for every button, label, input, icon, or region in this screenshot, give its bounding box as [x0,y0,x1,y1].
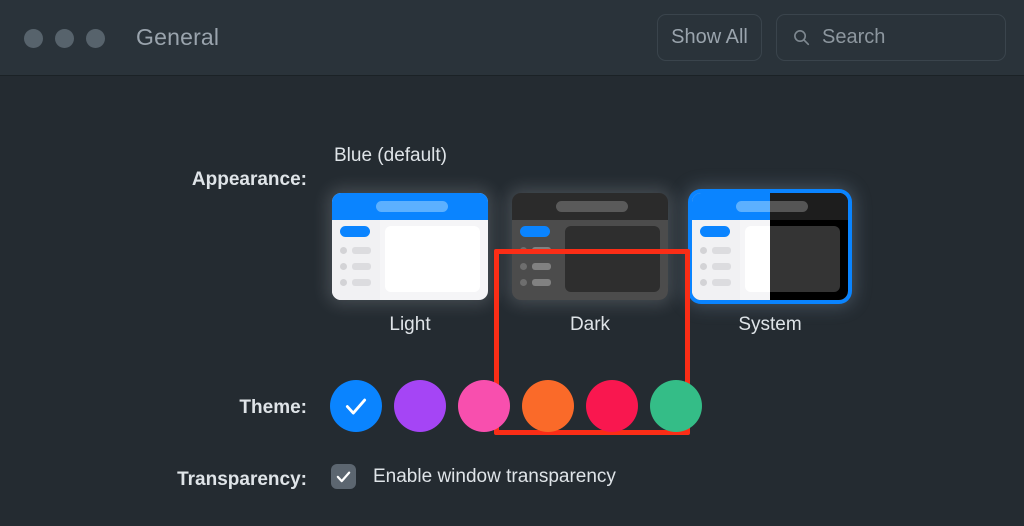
theme-swatch-orange[interactable] [522,380,574,432]
mini-sidebar-item [700,278,731,286]
mini-sidebar [332,220,380,300]
appearance-thumb-dark-wrap[interactable] [512,193,668,300]
checkmark-icon [345,398,367,415]
transparency-row-label: Transparency: [177,469,307,490]
mini-titlebar [332,193,488,220]
theme-swatch-group [330,380,702,432]
mini-item-bar [532,262,551,270]
appearance-row-label: Appearance: [191,169,307,190]
mini-titlebar [770,193,848,220]
mini-window-dark [512,193,668,300]
search-icon [794,30,810,46]
show-all-label: Show All [671,26,748,48]
appearance-thumbnail-light[interactable] [332,193,488,300]
mini-item-bar [352,278,371,286]
mini-item-bar [712,262,731,270]
appearance-thumbnail-system[interactable] [692,193,848,300]
theme-swatch-blue[interactable] [330,380,382,432]
mini-title-pill [556,201,628,212]
checkmark-icon [336,471,351,483]
mini-sidebar-item [700,262,731,270]
theme-swatch-purple[interactable] [394,380,446,432]
mini-item-bar [532,246,551,254]
mini-item-bar [352,262,371,270]
theme-row-label: Theme: [239,397,307,418]
mini-sidebar-selected-item [700,226,730,237]
appearance-label-light: Light [389,314,431,335]
mini-item-dot [700,262,707,270]
appearance-label-system: System [738,314,802,335]
mini-item-bar [712,246,731,254]
transparency-checkbox-row[interactable]: Enable window transparency [331,464,616,489]
appearance-option-dark[interactable]: Dark [512,193,668,336]
mini-sidebar [692,220,740,300]
mini-item-dot [700,278,707,286]
mini-sidebar [512,220,560,300]
mini-title-pill [376,201,448,212]
minimize-button[interactable] [55,29,74,48]
close-button[interactable] [24,29,43,48]
search-field[interactable]: Search [776,14,1006,61]
mini-window-light [332,193,488,300]
window-titlebar: General Show All Search [0,0,1024,76]
preferences-window: General Show All Search Blue (default) A… [0,0,1024,526]
appearance-thumbnail-dark[interactable] [512,193,668,300]
mini-item-dot [520,262,527,270]
appearance-thumb-light-wrap[interactable] [332,193,488,300]
traffic-light-group [24,29,105,48]
appearance-label-dark: Dark [569,314,611,335]
mini-window-system-dark [770,193,848,300]
theme-swatch-pink[interactable] [458,380,510,432]
mini-sidebar-item [340,246,371,254]
appearance-option-light[interactable]: Light [332,193,488,336]
mini-content-area [565,226,660,292]
mini-body [512,220,668,300]
mini-sidebar-selected-item [520,226,550,237]
mini-item-bar [532,278,551,286]
accent-color-caption: Blue (default) [334,145,448,166]
mini-titlebar [512,193,668,220]
theme-swatch-green[interactable] [650,380,702,432]
window-title: General [136,24,220,50]
mini-item-bar [352,246,371,254]
mini-sidebar-item [520,262,551,270]
mini-content-area [385,226,480,292]
mini-sidebar-item [700,246,731,254]
mini-sidebar-selected-item [340,226,370,237]
mini-sidebar-item [520,278,551,286]
mini-content-area [770,226,840,292]
search-placeholder: Search [822,26,886,48]
mini-sidebar-item [340,262,371,270]
preferences-body: Blue (default) Appearance: Light Dark Sy… [0,77,1024,526]
mini-sidebar-item [340,278,371,286]
appearance-thumb-system-wrap[interactable] [692,193,848,300]
mini-item-dot [520,278,527,286]
mini-sidebar-item [520,246,551,254]
mini-body [770,220,848,300]
mini-item-dot [340,278,347,286]
mini-item-dot [340,262,347,270]
enable-transparency-label: Enable window transparency [373,465,616,487]
zoom-button[interactable] [86,29,105,48]
show-all-button[interactable]: Show All [657,14,762,61]
enable-transparency-checkbox[interactable] [331,464,356,489]
mini-title-pill [770,201,808,212]
theme-swatch-crimson[interactable] [586,380,638,432]
mini-item-bar [712,278,731,286]
mini-item-dot [700,246,707,254]
mini-body [332,220,488,300]
appearance-option-system[interactable]: System [692,193,848,336]
mini-item-dot [340,246,347,254]
mini-window-system-dark-half [770,193,848,300]
mini-item-dot [520,246,527,254]
